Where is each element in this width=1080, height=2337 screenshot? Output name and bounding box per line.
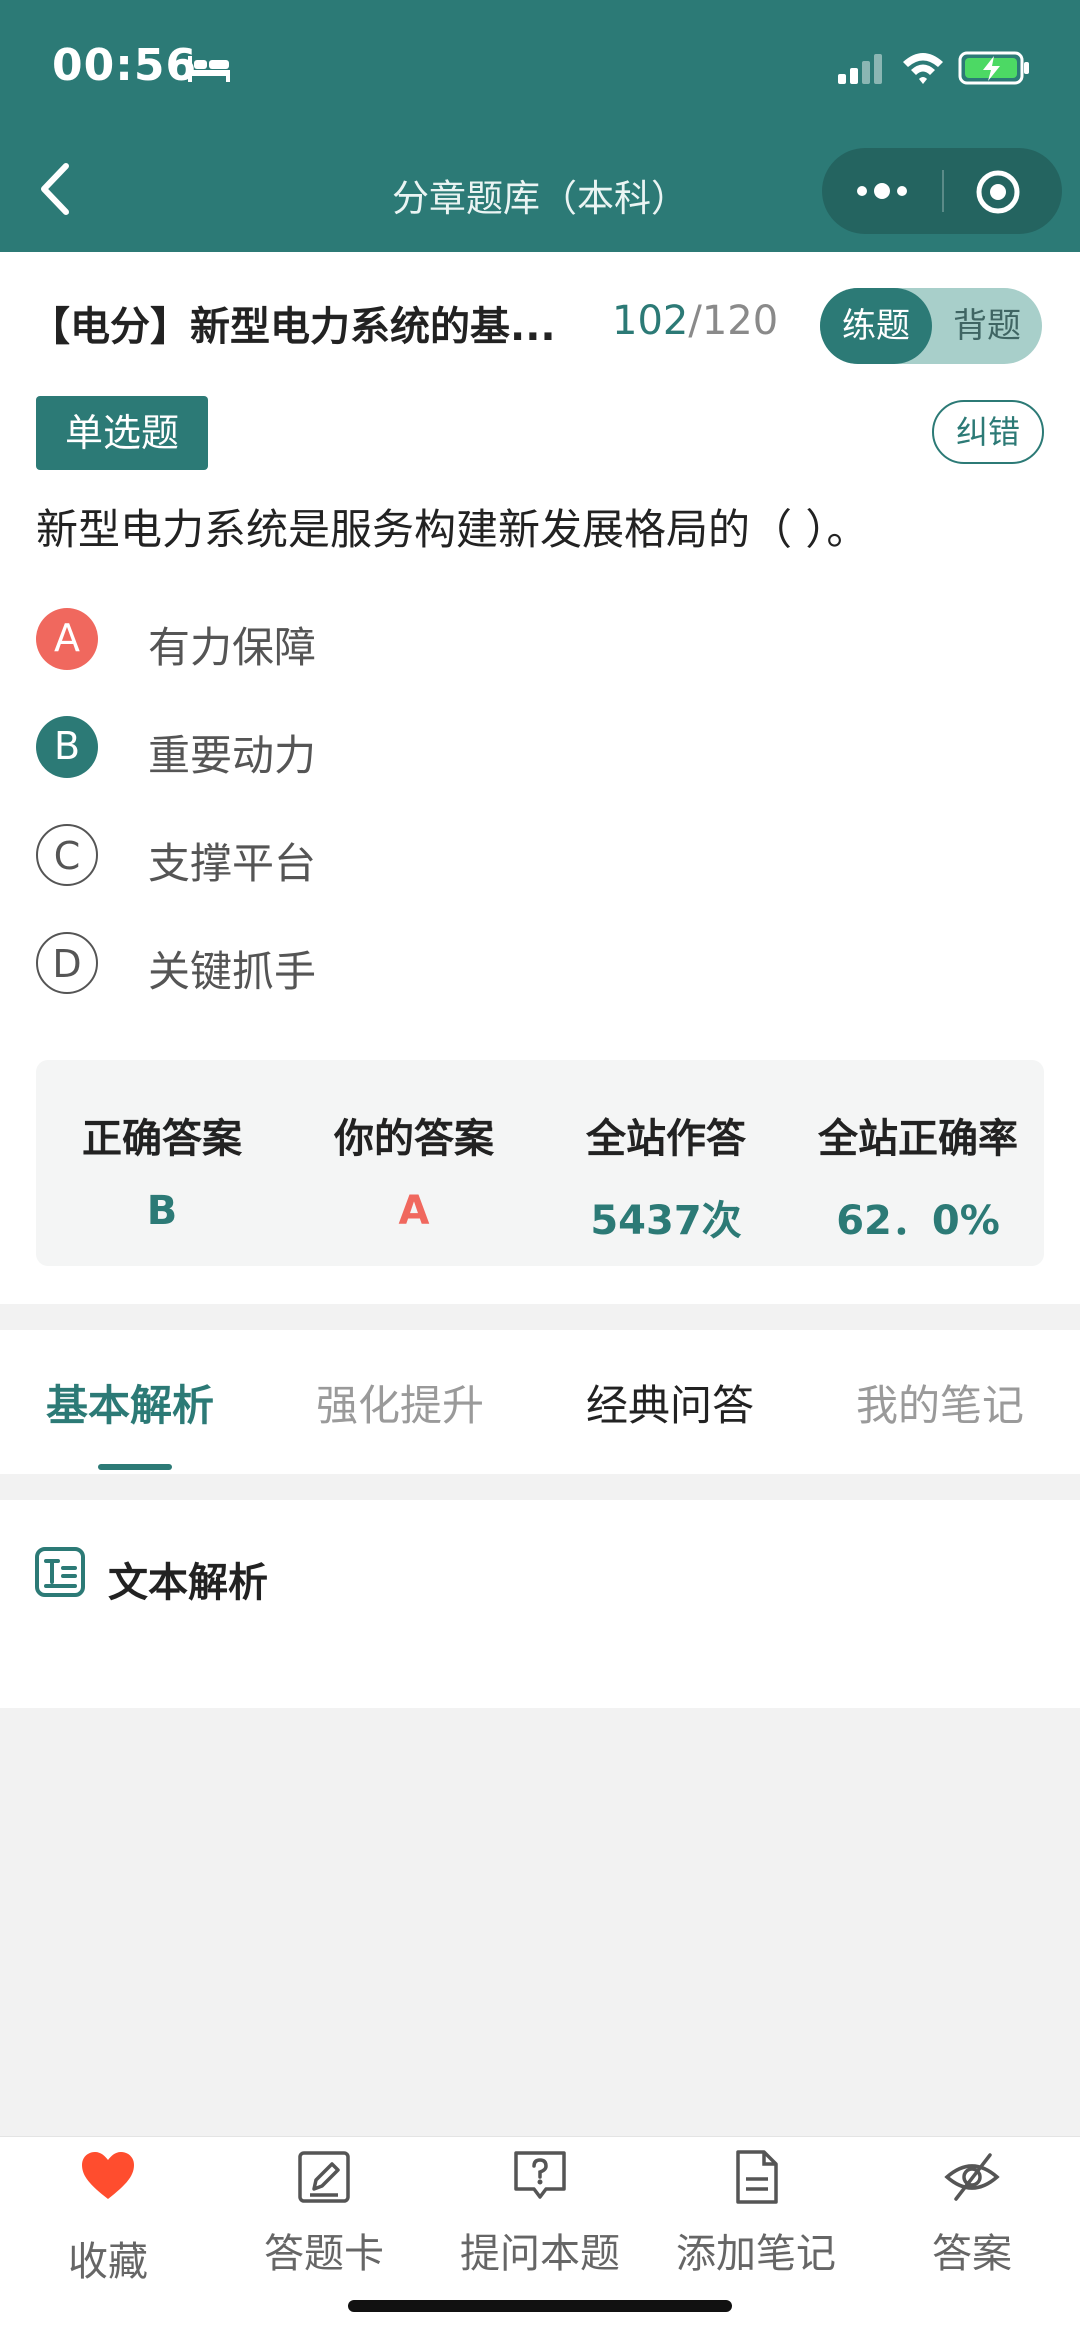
- progress-current: 102: [612, 298, 689, 344]
- toggle-answer-label: 答案: [932, 2231, 1012, 2277]
- add-note-button[interactable]: 添加笔记: [648, 2137, 864, 2287]
- stat-site-accuracy: 全站正确率 62．0%: [792, 1106, 1044, 1246]
- stat-correct-answer: 正确答案 B: [36, 1106, 288, 1234]
- stat-your-answer: 你的答案 A: [288, 1106, 540, 1234]
- cellular-signal-icon: [838, 54, 882, 84]
- report-error-button[interactable]: 纠错: [932, 400, 1044, 464]
- close-target-icon[interactable]: [974, 168, 1022, 216]
- option-a[interactable]: A 有力保障: [36, 608, 636, 672]
- heart-icon: [82, 2152, 134, 2199]
- option-c[interactable]: C 支撑平台: [36, 824, 636, 888]
- text-analysis-section: 文本解析: [0, 1500, 1080, 1708]
- answer-sheet-button[interactable]: 答题卡: [216, 2137, 432, 2287]
- tab-reinforce[interactable]: 强化提升: [316, 1372, 484, 1433]
- stat-label: 全站作答: [586, 1116, 746, 1162]
- status-bar: 00:56: [0, 0, 1080, 130]
- option-d-text: 关键抓手: [148, 947, 317, 996]
- question-type-badge: 单选题: [36, 396, 208, 470]
- wifi-icon: [903, 53, 943, 84]
- status-time: 00:56: [52, 40, 198, 91]
- question-progress: 102/120: [612, 298, 778, 344]
- question-stem: 新型电力系统是服务构建新发展格局的（ ）。: [36, 505, 869, 554]
- ask-question-label: 提问本题: [460, 2231, 620, 2277]
- stat-value: B: [146, 1188, 178, 1234]
- tab-classic-qa[interactable]: 经典问答: [586, 1372, 754, 1433]
- text-document-icon: [35, 1547, 85, 1597]
- option-a-badge: A: [36, 608, 98, 670]
- tab-basic-analysis[interactable]: 基本解析: [46, 1372, 214, 1433]
- favorite-button[interactable]: 收藏: [0, 2137, 216, 2287]
- option-c-badge: C: [36, 824, 98, 886]
- answer-sheet-label: 答题卡: [264, 2231, 384, 2277]
- option-b-text: 重要动力: [148, 731, 317, 780]
- stat-label: 正确答案: [82, 1116, 242, 1162]
- tab-active-indicator: [98, 1464, 172, 1470]
- more-icon[interactable]: [852, 170, 912, 212]
- option-a-text: 有力保障: [148, 623, 317, 672]
- option-b-badge: B: [36, 716, 98, 778]
- sleep-mode-icon: [188, 56, 230, 82]
- question-card: 【电分】新型电力系统的基... 102/120 练题 背题 单选题 纠错 新型电…: [0, 252, 1080, 1304]
- stat-label: 全站正确率: [818, 1116, 1018, 1162]
- analysis-title: 文本解析: [108, 1560, 268, 1606]
- option-c-text: 支撑平台: [148, 839, 317, 888]
- battery-charging-icon: [958, 51, 1029, 85]
- edit-icon: [298, 2151, 350, 2203]
- favorite-label: 收藏: [68, 2239, 148, 2285]
- mode-toggle[interactable]: 练题 背题: [820, 288, 1042, 364]
- toggle-answer-button[interactable]: 答案: [864, 2137, 1080, 2287]
- stat-label: 你的答案: [334, 1116, 494, 1162]
- answer-stats-panel: 正确答案 B 你的答案 A 全站作答 5437次 全站正确率 62．0%: [36, 1060, 1044, 1266]
- note-icon: [736, 2150, 778, 2204]
- mini-program-capsule: [822, 148, 1062, 234]
- option-d-badge: D: [36, 932, 98, 994]
- chapter-title: 【电分】新型电力系统的基...: [30, 304, 556, 350]
- tab-my-notes[interactable]: 我的笔记: [856, 1372, 1024, 1433]
- stat-value: A: [398, 1188, 430, 1234]
- nav-bar: 分章题库（本科）: [0, 130, 1080, 252]
- stat-value: 62．0%: [836, 1198, 1000, 1244]
- top-header: 00:56 分章题库（本科）: [0, 0, 1080, 252]
- stat-value: 5437次: [590, 1198, 742, 1244]
- mode-memorize-button[interactable]: 背题: [932, 288, 1042, 364]
- progress-total: /120: [688, 298, 779, 344]
- stat-site-attempts: 全站作答 5437次: [540, 1106, 792, 1246]
- ask-question-button[interactable]: 提问本题: [432, 2137, 648, 2287]
- mode-practice-button[interactable]: 练题: [820, 288, 932, 364]
- option-b[interactable]: B 重要动力: [36, 716, 636, 780]
- option-d[interactable]: D 关键抓手: [36, 932, 636, 996]
- question-bubble-icon: [514, 2151, 566, 2199]
- add-note-label: 添加笔记: [676, 2231, 836, 2277]
- eye-slash-icon: [944, 2153, 1000, 2201]
- home-indicator: [348, 2300, 732, 2312]
- analysis-tabs: 基本解析 强化提升 经典问答 我的笔记: [0, 1330, 1080, 1474]
- capsule-divider: [942, 170, 944, 212]
